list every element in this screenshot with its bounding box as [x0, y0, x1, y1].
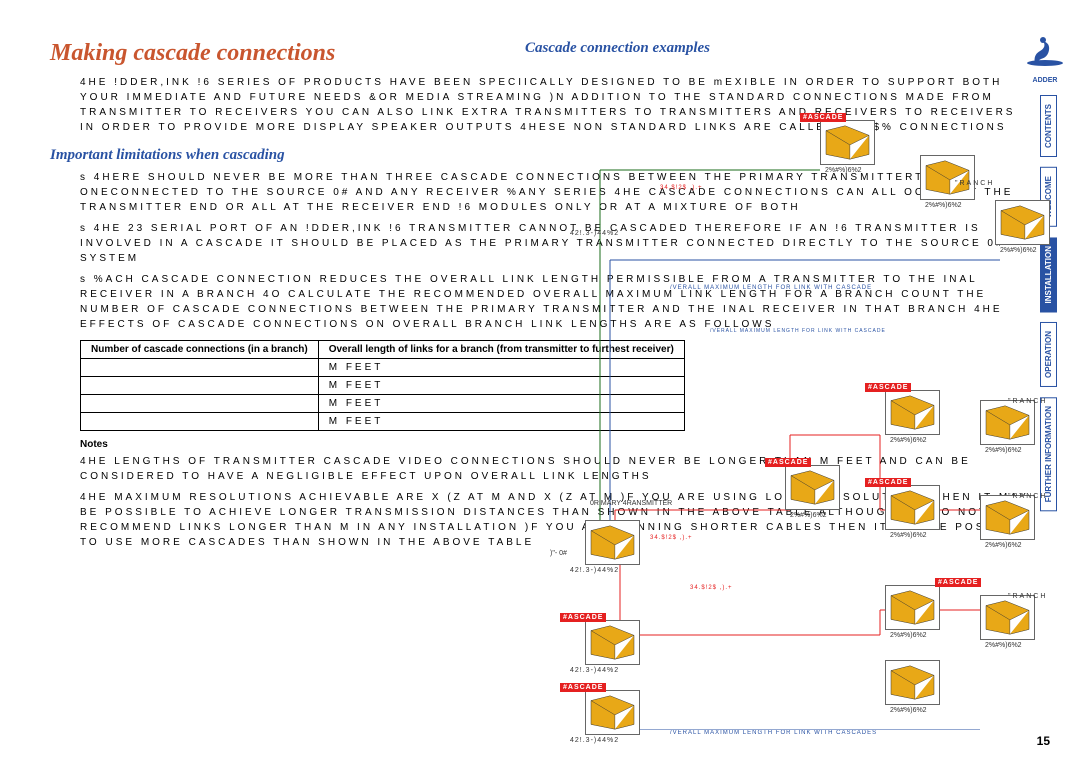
sidebar-nav: CONTENTS WELCOME INSTALLATION OPERATION …	[1040, 95, 1068, 522]
receiver-label: 2%#%)6%2	[890, 632, 927, 639]
link-label: /VERALL MAXIMUM LENGTH FOR LINK WITH CAS…	[670, 730, 877, 736]
link-label: /VERALL MAXIMUM LENGTH FOR LINK WITH CAS…	[670, 285, 872, 291]
table-header-1: Number of cascade connections (in a bran…	[81, 341, 319, 359]
transmitter-box	[585, 690, 640, 735]
receiver-label: 2%#%)6%2	[985, 542, 1022, 549]
transmitter-label: 42!.3-)44%2	[570, 230, 619, 237]
adder-logo: ADDER	[1025, 35, 1065, 85]
cascade-badge: #ASCADE	[865, 478, 911, 487]
spec-label: 34.$!2$ ,).+	[660, 185, 703, 191]
receiver-label: 2%#%)6%2	[890, 437, 927, 444]
receiver-label: 2%#%)6%2	[985, 447, 1022, 454]
transmitter-box	[585, 520, 640, 565]
receiver-label: 2%#%)6%2	[1000, 247, 1037, 254]
cascade-badge: #ASCADE	[865, 383, 911, 392]
receiver-label: 2%#%)6%2	[825, 167, 862, 174]
branch-label: "RANCH	[955, 180, 994, 187]
transmitter-label: 42!.3-)44%2	[570, 567, 619, 574]
transmitter-label: 42!.3-)44%2	[570, 667, 619, 674]
snake-icon	[1025, 35, 1065, 70]
ibm-label: )"- 0#	[550, 550, 567, 557]
receiver-box	[980, 595, 1035, 640]
branch-label: "RANCH	[1008, 398, 1047, 405]
cascade-diagram: #ASCADE 2%#%)6%2 2%#%)6%2 "RANCH 2%#%)6%…	[540, 80, 1020, 730]
receiver-box	[885, 660, 940, 705]
receiver-label: 2%#%)6%2	[790, 512, 827, 519]
receiver-box	[980, 495, 1035, 540]
primary-label: 0RIMARY 4RANSMITTER	[590, 500, 672, 508]
receiver-label: 2%#%)6%2	[890, 707, 927, 714]
tab-operation[interactable]: OPERATION	[1040, 322, 1057, 387]
cascade-badge: #ASCADE	[560, 613, 606, 622]
receiver-box	[785, 465, 840, 510]
cascade-badge: #ASCADE	[765, 458, 811, 467]
tab-installation[interactable]: INSTALLATION	[1040, 237, 1057, 312]
receiver-box	[820, 120, 875, 165]
transmitter-box	[585, 620, 640, 665]
receiver-box	[920, 155, 975, 200]
receiver-label: 2%#%)6%2	[985, 642, 1022, 649]
receiver-box	[885, 390, 940, 435]
cascade-badge: #ASCADE	[800, 113, 846, 122]
examples-subtitle: Cascade connection examples	[525, 40, 710, 57]
tab-contents[interactable]: CONTENTS	[1040, 95, 1057, 157]
spec-label: 34.$!2$ ,).+	[650, 535, 693, 541]
receiver-label: 2%#%)6%2	[890, 532, 927, 539]
receiver-box	[980, 400, 1035, 445]
cascade-badge: #ASCADE	[935, 578, 981, 587]
page-number: 15	[1037, 734, 1050, 748]
branch-label: "RANCH	[1008, 493, 1047, 500]
branch-label: "RANCH	[1008, 593, 1047, 600]
receiver-box	[885, 585, 940, 630]
receiver-box	[995, 200, 1050, 245]
receiver-box	[885, 485, 940, 530]
spec-label: 34.$!2$ ,).+	[690, 585, 733, 591]
logo-text: ADDER	[1025, 77, 1065, 84]
link-label: /VERALL MAXIMUM LENGTH FOR LINK WITH CAS…	[710, 328, 886, 334]
receiver-label: 2%#%)6%2	[925, 202, 962, 209]
transmitter-label: 42!.3-)44%2	[570, 737, 619, 744]
cascade-badge: #ASCADE	[560, 683, 606, 692]
